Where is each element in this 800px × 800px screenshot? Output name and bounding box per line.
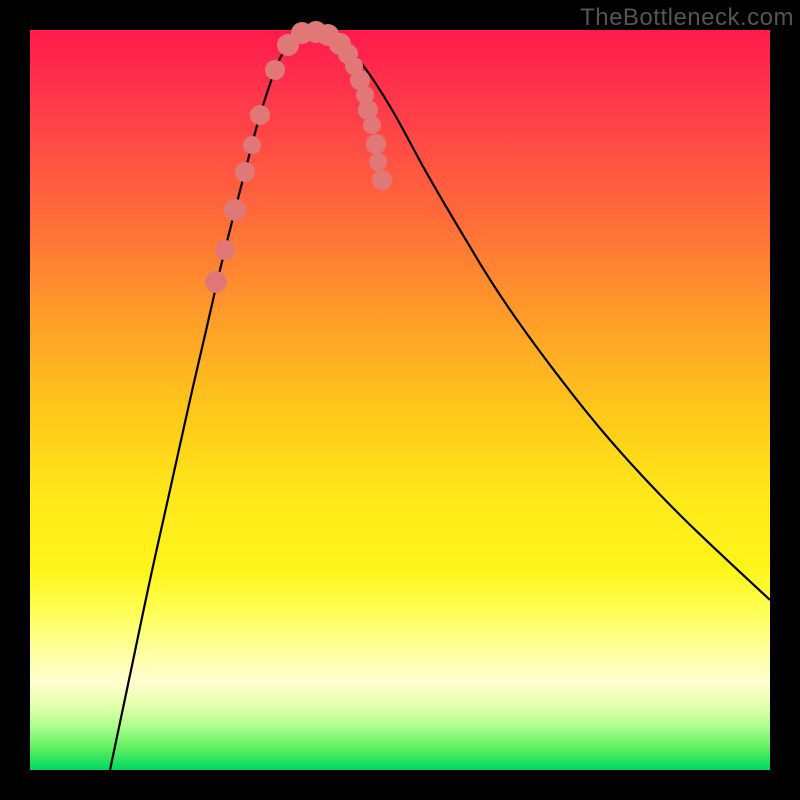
marker-dot: [363, 116, 381, 134]
marker-dot: [224, 199, 246, 221]
chart-frame: TheBottleneck.com: [0, 0, 800, 800]
marker-dot: [366, 134, 386, 154]
marker-dot: [205, 271, 227, 293]
marker-dot: [372, 170, 392, 190]
marker-dots: [205, 21, 392, 293]
marker-dot: [235, 162, 255, 182]
marker-dot: [215, 240, 235, 260]
bottleneck-curve: [110, 32, 770, 770]
marker-dot: [265, 60, 285, 80]
marker-dot: [243, 136, 261, 154]
marker-dot: [250, 105, 270, 125]
curve-svg: [30, 30, 770, 770]
watermark-label: TheBottleneck.com: [580, 4, 794, 32]
plot-area: [30, 30, 770, 770]
marker-dot: [369, 153, 387, 171]
